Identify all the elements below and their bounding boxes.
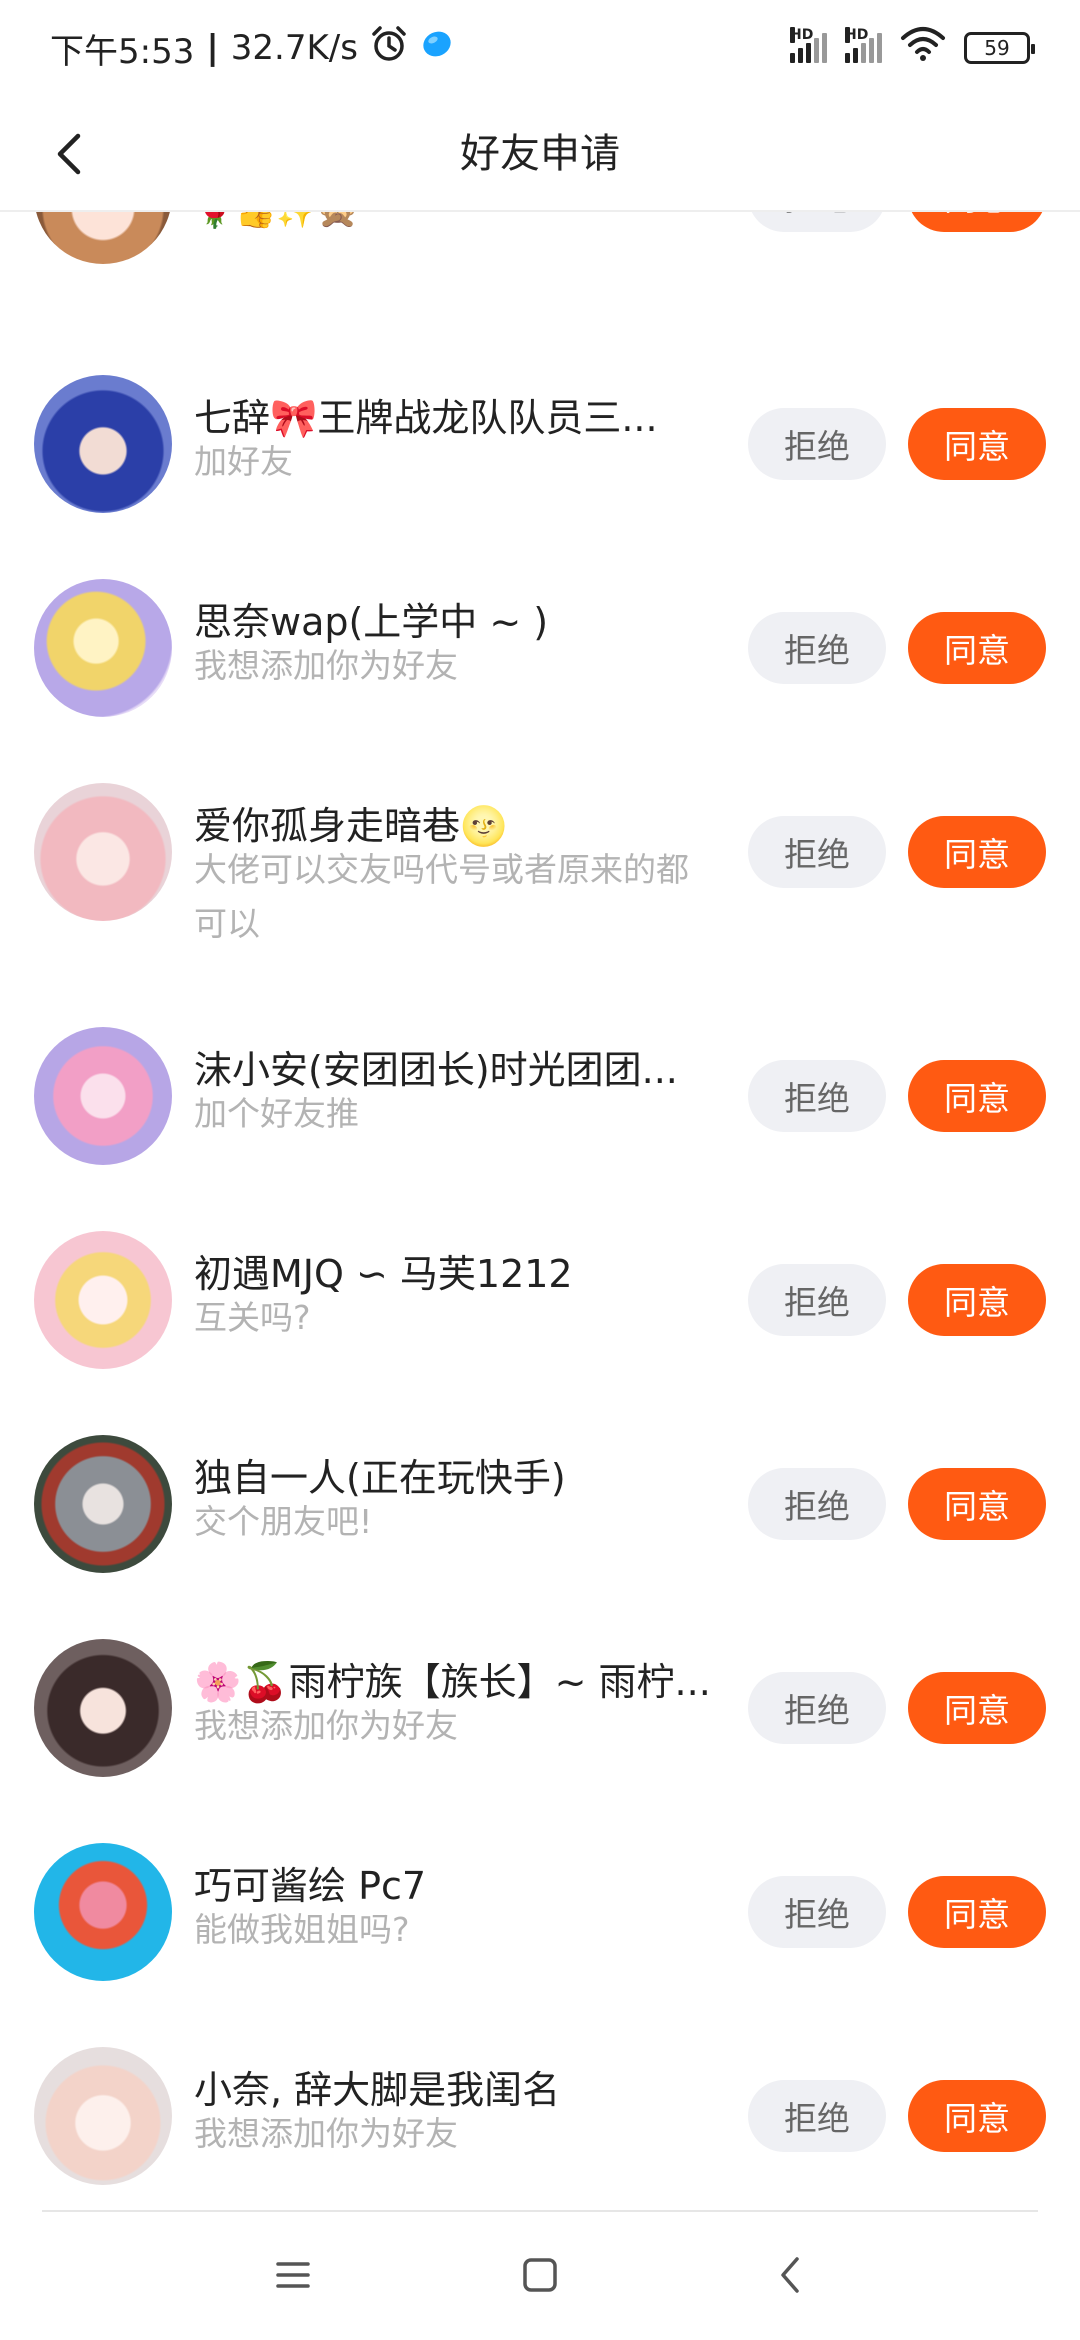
- accept-button[interactable]: 同意: [908, 1264, 1046, 1336]
- avatar[interactable]: [34, 375, 172, 513]
- avatar[interactable]: [34, 1027, 172, 1165]
- request-row: 七辞🎀王牌战龙队队员三... 加好友 拒绝 同意: [0, 375, 1080, 535]
- avatar[interactable]: [34, 1435, 172, 1573]
- avatar[interactable]: [34, 1843, 172, 1981]
- request-message: 加个好友推: [194, 1094, 359, 1133]
- app-notification-icon: [420, 27, 454, 70]
- menu-icon: [276, 2262, 310, 2288]
- home-button[interactable]: [510, 2245, 570, 2305]
- system-nav-bar: [0, 2210, 1080, 2340]
- reject-button[interactable]: 拒绝: [748, 212, 886, 232]
- accept-button[interactable]: 同意: [908, 1672, 1046, 1744]
- status-bar: 下午5:53 | 32.7K/s HD HD 59: [0, 0, 1080, 96]
- status-left: 下午5:53 | 32.7K/s: [50, 24, 454, 73]
- accept-button[interactable]: 同意: [908, 408, 1046, 480]
- accept-button[interactable]: 同意: [908, 816, 1046, 888]
- status-separator: |: [206, 28, 219, 68]
- reject-button[interactable]: 拒绝: [748, 1264, 886, 1336]
- recent-apps-button[interactable]: [263, 2245, 323, 2305]
- alarm-icon: [370, 25, 408, 72]
- avatar[interactable]: [34, 579, 172, 717]
- page-title: 好友申请: [460, 131, 620, 177]
- nav-divider: [42, 2210, 1038, 2212]
- accept-button[interactable]: 同意: [908, 212, 1046, 232]
- accept-button[interactable]: 同意: [908, 612, 1046, 684]
- network-speed: 32.7K/s: [230, 28, 358, 68]
- reject-button[interactable]: 拒绝: [748, 1876, 886, 1948]
- request-row: 星星 🌹👍✨🙊 拒绝 同意: [0, 212, 1080, 300]
- request-message: 我想添加你为好友: [194, 1706, 458, 1745]
- request-row: 沫小安(安团团长)时光团团... 加个好友推 拒绝 同意: [0, 1027, 1080, 1187]
- request-row: 独自一人(正在玩快手) 交个朋友吧! 拒绝 同意: [0, 1435, 1080, 1595]
- accept-button[interactable]: 同意: [908, 1876, 1046, 1948]
- signal-icon-1: HD: [790, 27, 827, 63]
- accept-button[interactable]: 同意: [908, 2080, 1046, 2152]
- hd-label-1: HD: [790, 27, 814, 43]
- avatar[interactable]: [34, 1639, 172, 1777]
- reject-button[interactable]: 拒绝: [748, 1672, 886, 1744]
- reject-button[interactable]: 拒绝: [748, 408, 886, 480]
- request-row: 初遇MJQ ∽ 马芙1212 互关吗? 拒绝 同意: [0, 1231, 1080, 1391]
- status-right: HD HD 59: [790, 26, 1035, 71]
- reject-button[interactable]: 拒绝: [748, 1468, 886, 1540]
- app-header: 好友申请: [0, 96, 1080, 212]
- reject-button[interactable]: 拒绝: [748, 1060, 886, 1132]
- friend-request-list[interactable]: 星星 🌹👍✨🙊 拒绝 同意 七辞🎀王牌战龙队队员三... 加好友 拒绝 同意 思…: [0, 212, 1080, 2210]
- request-message: 能做我姐姐吗?: [194, 1910, 410, 1949]
- accept-button[interactable]: 同意: [908, 1060, 1046, 1132]
- wifi-icon: [900, 26, 946, 71]
- request-row: 🌸🍒雨柠族【族长】~ 雨柠... 我想添加你为好友 拒绝 同意: [0, 1639, 1080, 1799]
- reject-button[interactable]: 拒绝: [748, 612, 886, 684]
- request-message: 🌹👍✨🙊: [194, 212, 714, 238]
- request-message: 我想添加你为好友: [194, 2114, 458, 2153]
- request-message: 加好友: [194, 442, 293, 481]
- status-time: 下午5:53: [50, 31, 195, 72]
- back-button[interactable]: [40, 124, 100, 184]
- request-message: 大佬可以交友吗代号或者原来的都可以: [194, 850, 689, 943]
- avatar[interactable]: [34, 783, 172, 921]
- system-back-button[interactable]: [760, 2245, 820, 2305]
- accept-button[interactable]: 同意: [908, 1468, 1046, 1540]
- request-row: 巧可酱绘 Pc7 能做我姐姐吗? 拒绝 同意: [0, 1843, 1080, 2003]
- home-square-icon: [523, 2258, 557, 2292]
- request-row: 思奈wap(上学中 ~ ) 我想添加你为好友 拒绝 同意: [0, 579, 1080, 739]
- request-message: 互关吗?: [194, 1298, 311, 1337]
- signal-icon-2: HD: [845, 27, 882, 63]
- hd-label-2: HD: [845, 27, 869, 43]
- request-message: 我想添加你为好友: [194, 646, 458, 685]
- request-message: 交个朋友吧!: [194, 1502, 373, 1541]
- reject-button[interactable]: 拒绝: [748, 2080, 886, 2152]
- avatar[interactable]: [34, 1231, 172, 1369]
- request-row: 小奈, 辞大脚是我闺名 我想添加你为好友 拒绝 同意: [0, 2047, 1080, 2207]
- reject-button[interactable]: 拒绝: [748, 816, 886, 888]
- back-arrow-icon: [57, 133, 81, 175]
- avatar[interactable]: [34, 2047, 172, 2185]
- battery-icon: 59: [964, 32, 1035, 64]
- back-chevron-icon: [781, 2257, 799, 2293]
- battery-level: 59: [984, 36, 1010, 60]
- avatar[interactable]: [34, 212, 172, 264]
- request-row: 爱你孤身走暗巷🌝 大佬可以交友吗代号或者原来的都可以 拒绝 同意: [0, 783, 1080, 983]
